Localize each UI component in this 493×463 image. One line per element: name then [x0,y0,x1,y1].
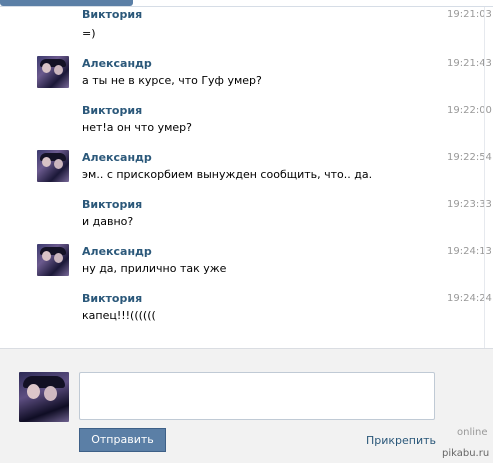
message-time: 19:21:43 [447,58,492,69]
message-text: нет!а он что умер? [82,121,192,134]
message-time: 19:22:54 [447,152,492,163]
message-author[interactable]: Виктория [82,104,142,117]
message-text: =) [82,27,96,40]
avatar[interactable] [37,244,69,276]
message-row: Виктория капец!!!(((((( 19:24:24 [0,289,492,333]
scrollbar-track[interactable] [484,7,485,348]
message-text: и давно? [82,215,134,228]
message-author[interactable]: Виктория [82,292,142,305]
message-row: Виктория =) 19:21:03 [0,0,492,44]
message-row: Александр ну да, прилично так уже 19:24:… [0,242,492,286]
send-button[interactable]: Отправить [79,428,166,452]
message-text: а ты не в курсе, что Гуф умер? [82,74,262,87]
message-row: Виктория нет!а он что умер? 19:22:00 [0,101,492,145]
message-author[interactable]: Александр [82,151,152,164]
message-author[interactable]: Виктория [82,8,142,21]
watermark: pikabu.ru [442,448,490,459]
message-author[interactable]: Виктория [82,198,142,211]
message-time: 19:24:13 [447,246,492,257]
message-time: 19:21:03 [447,9,492,20]
message-author[interactable]: Александр [82,245,152,258]
avatar[interactable] [37,56,69,88]
message-time: 19:23:33 [447,199,492,210]
message-text: капец!!!(((((( [82,309,156,322]
my-avatar[interactable] [19,372,69,422]
message-text: эм.. с прискорбием вынужден сообщить, чт… [82,168,373,181]
message-row: Александр эм.. с прискорбием вынужден со… [0,148,492,192]
message-author[interactable]: Александр [82,57,152,70]
message-time: 19:22:00 [447,105,492,116]
message-row: Виктория и давно? 19:23:33 [0,195,492,239]
message-input[interactable] [79,372,435,420]
online-status: online [457,427,488,438]
avatar[interactable] [37,150,69,182]
message-row: Александр а ты не в курсе, что Гуф умер?… [0,54,492,98]
message-time: 19:24:24 [447,293,492,304]
message-text: ну да, прилично так уже [82,262,227,275]
attach-link[interactable]: Прикрепить [366,434,436,447]
